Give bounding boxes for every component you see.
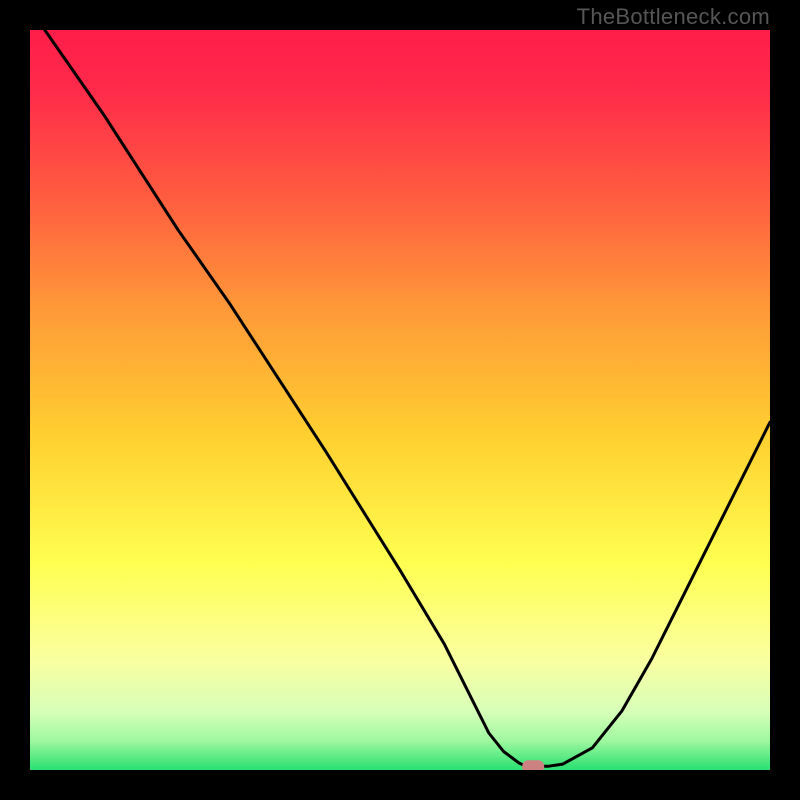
plot-area	[30, 30, 770, 770]
marker-pill	[522, 760, 544, 770]
chart-svg	[30, 30, 770, 770]
gradient-background	[30, 30, 770, 770]
chart-container: TheBottleneck.com	[0, 0, 800, 800]
watermark-text: TheBottleneck.com	[577, 4, 770, 30]
